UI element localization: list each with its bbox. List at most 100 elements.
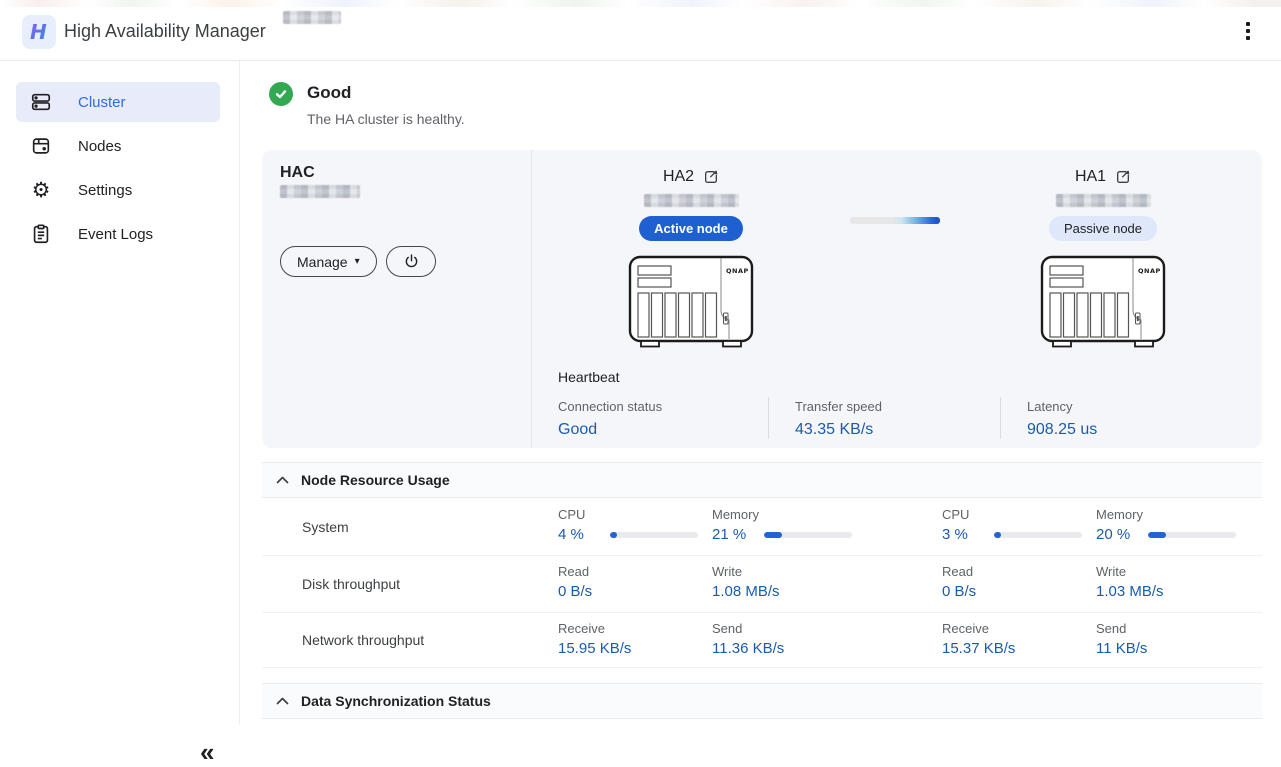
usage-bar bbox=[1148, 532, 1236, 538]
ha-manager-logo-icon: H bbox=[27, 20, 51, 44]
gear-icon: ⚙ bbox=[30, 179, 52, 201]
manage-button[interactable]: Manage ▾ bbox=[280, 246, 377, 277]
metric-value: 20 % bbox=[1096, 526, 1134, 543]
sidebar-item-settings[interactable]: ⚙ Settings bbox=[16, 170, 220, 210]
nas-device-image: QNAP bbox=[571, 254, 811, 349]
svg-text:QNAP: QNAP bbox=[1138, 267, 1161, 275]
sidebar-collapse-button[interactable]: « bbox=[200, 739, 214, 765]
metric-value: 43.35 KB/s bbox=[795, 421, 1000, 439]
metric-send: Send 11.36 KB/s bbox=[712, 621, 784, 657]
app-title: High Availability Manager bbox=[64, 21, 266, 42]
section-title: Data Synchronization Status bbox=[301, 693, 491, 709]
metric-label: CPU bbox=[942, 507, 1082, 522]
sidebar-item-label: Settings bbox=[78, 182, 132, 199]
metric-label: Read bbox=[942, 564, 980, 579]
row-label: Network throughput bbox=[302, 632, 424, 648]
metric-memory: Memory 21 % bbox=[712, 507, 852, 543]
heartbeat-connection-status: Connection status Good bbox=[558, 397, 768, 439]
heartbeat-direction-bar bbox=[850, 217, 940, 224]
node-role-badge: Passive node bbox=[1049, 216, 1157, 241]
status-check-icon bbox=[269, 82, 293, 106]
caret-down-icon: ▾ bbox=[355, 257, 360, 267]
edit-node-name-icon[interactable] bbox=[703, 169, 719, 185]
row-label: System bbox=[302, 519, 349, 535]
node-resource-usage-header[interactable]: Node Resource Usage bbox=[262, 462, 1262, 498]
metric-label: Receive bbox=[942, 621, 1015, 636]
metric-value: 1.03 MB/s bbox=[1096, 583, 1164, 600]
metric-value: 4 % bbox=[558, 526, 596, 543]
row-label: Disk throughput bbox=[302, 576, 400, 592]
chevron-up-icon[interactable] bbox=[276, 476, 289, 484]
usage-bar bbox=[610, 532, 698, 538]
metric-label: Memory bbox=[712, 507, 852, 522]
node-name: HA2 bbox=[663, 168, 694, 186]
sidebar-item-nodes[interactable]: Nodes bbox=[16, 126, 220, 166]
resource-usage-table: System CPU 4 % Memory 21 % CPU 3 % Memor… bbox=[262, 499, 1262, 668]
app-logo: H bbox=[22, 15, 56, 49]
metric-read: Read 0 B/s bbox=[942, 564, 980, 600]
cluster-health-description: The HA cluster is healthy. bbox=[307, 111, 465, 127]
nas-device-image: QNAP bbox=[983, 254, 1223, 349]
usage-bar bbox=[994, 532, 1082, 538]
metric-value: 11.36 KB/s bbox=[712, 640, 784, 657]
chevron-up-icon[interactable] bbox=[276, 697, 289, 705]
node-name: HA1 bbox=[1075, 168, 1106, 186]
cluster-name: HAC bbox=[280, 164, 315, 182]
server-stack-icon bbox=[30, 91, 52, 113]
metric-write: Write 1.08 MB/s bbox=[712, 564, 780, 600]
heartbeat-transfer-speed: Transfer speed 43.35 KB/s bbox=[768, 397, 1000, 439]
blurred-node-ip bbox=[644, 194, 739, 207]
card-divider bbox=[531, 150, 532, 448]
metric-value: Good bbox=[558, 421, 768, 439]
metric-label: Receive bbox=[558, 621, 631, 636]
svg-text:H: H bbox=[30, 20, 47, 44]
event-log-icon bbox=[30, 223, 52, 245]
metric-value: 0 B/s bbox=[942, 583, 980, 600]
edit-node-name-icon[interactable] bbox=[1115, 169, 1131, 185]
metric-receive: Receive 15.37 KB/s bbox=[942, 621, 1015, 657]
sidebar: Cluster Nodes ⚙ Settings Event Logs « bbox=[0, 61, 240, 725]
metric-memory: Memory 20 % bbox=[1096, 507, 1236, 543]
metric-value: 1.08 MB/s bbox=[712, 583, 780, 600]
metric-value: 15.37 KB/s bbox=[942, 640, 1015, 657]
cluster-card: HAC Manage ▾ HA2 Active node bbox=[262, 150, 1262, 448]
usage-bar bbox=[764, 532, 852, 538]
metric-value: 15.95 KB/s bbox=[558, 640, 631, 657]
data-sync-status-header[interactable]: Data Synchronization Status bbox=[262, 683, 1262, 719]
metric-value: 3 % bbox=[942, 526, 980, 543]
metric-label: Write bbox=[712, 564, 780, 579]
kebab-menu-icon[interactable] bbox=[1238, 18, 1258, 44]
metric-label: Latency bbox=[1027, 399, 1238, 414]
sidebar-item-cluster[interactable]: Cluster bbox=[16, 82, 220, 122]
node-role-badge: Active node bbox=[639, 216, 743, 241]
heartbeat-title: Heartbeat bbox=[558, 369, 1248, 385]
metric-send: Send 11 KB/s bbox=[1096, 621, 1147, 657]
sidebar-item-event-logs[interactable]: Event Logs bbox=[16, 214, 220, 254]
blurred-node-ip bbox=[1056, 194, 1151, 207]
sidebar-item-label: Cluster bbox=[78, 94, 126, 111]
nas-device-icon bbox=[30, 135, 52, 157]
cluster-health-status: Good bbox=[307, 83, 351, 103]
metric-label: Connection status bbox=[558, 399, 768, 414]
metric-cpu: CPU 3 % bbox=[942, 507, 1082, 543]
power-button[interactable] bbox=[386, 246, 436, 277]
metric-label: Write bbox=[1096, 564, 1164, 579]
metric-cpu: CPU 4 % bbox=[558, 507, 698, 543]
heartbeat-latency: Latency 908.25 us bbox=[1000, 397, 1238, 439]
section-title: Node Resource Usage bbox=[301, 472, 450, 488]
node-ha2: HA2 Active node bbox=[571, 150, 811, 349]
metric-label: CPU bbox=[558, 507, 698, 522]
blurred-browser-tab-strip bbox=[0, 0, 1281, 7]
node-ha1: HA1 Passive node bbox=[983, 150, 1223, 349]
table-row-system: System CPU 4 % Memory 21 % CPU 3 % Memor… bbox=[262, 499, 1262, 556]
table-row-disk-throughput: Disk throughput Read 0 B/s Write 1.08 MB… bbox=[262, 556, 1262, 613]
metric-label: Transfer speed bbox=[795, 399, 1000, 414]
heartbeat-section: Heartbeat Connection status Good Transfe… bbox=[558, 369, 1248, 439]
metric-label: Read bbox=[558, 564, 596, 579]
sidebar-item-label: Nodes bbox=[78, 138, 121, 155]
top-bar: H High Availability Manager bbox=[0, 0, 1281, 61]
metric-write: Write 1.03 MB/s bbox=[1096, 564, 1164, 600]
metric-value: 21 % bbox=[712, 526, 750, 543]
metric-label: Send bbox=[1096, 621, 1147, 636]
power-icon bbox=[403, 253, 420, 270]
